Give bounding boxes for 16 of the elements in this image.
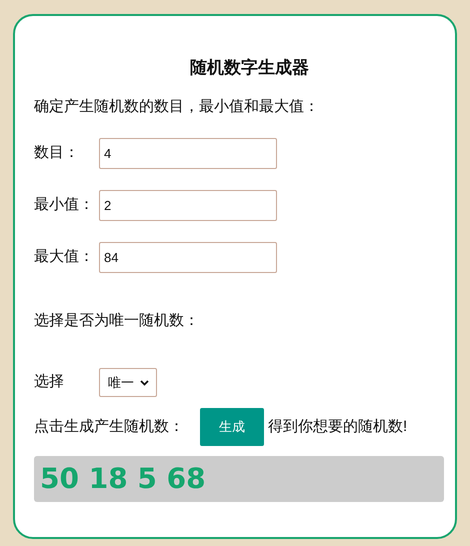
field-label: 最小值： <box>34 195 95 216</box>
page-title: 随机数字生成器 <box>190 57 309 79</box>
instruction-text: 选择是否为唯一随机数： <box>34 310 199 331</box>
input-field[interactable]: 84 <box>99 242 277 273</box>
input-field[interactable]: 4 <box>99 138 277 169</box>
instruction-text: 点击生成产生随机数： <box>34 416 185 437</box>
generate-button[interactable]: 生成 <box>200 408 264 446</box>
result-numbers: 50 18 5 68 <box>40 461 206 497</box>
input-field[interactable]: 2 <box>99 190 277 221</box>
select-dropdown[interactable]: 唯一 <box>99 368 157 397</box>
field-label: 最大值： <box>34 247 95 268</box>
hint-text: 得到你想要的随机数! <box>268 416 408 437</box>
field-label: 数目： <box>34 143 80 164</box>
select-label: 选择 <box>34 372 65 392</box>
instruction-text: 确定产生随机数的数目，最小值和最大值： <box>34 96 319 117</box>
chevron-down-icon <box>140 380 149 386</box>
